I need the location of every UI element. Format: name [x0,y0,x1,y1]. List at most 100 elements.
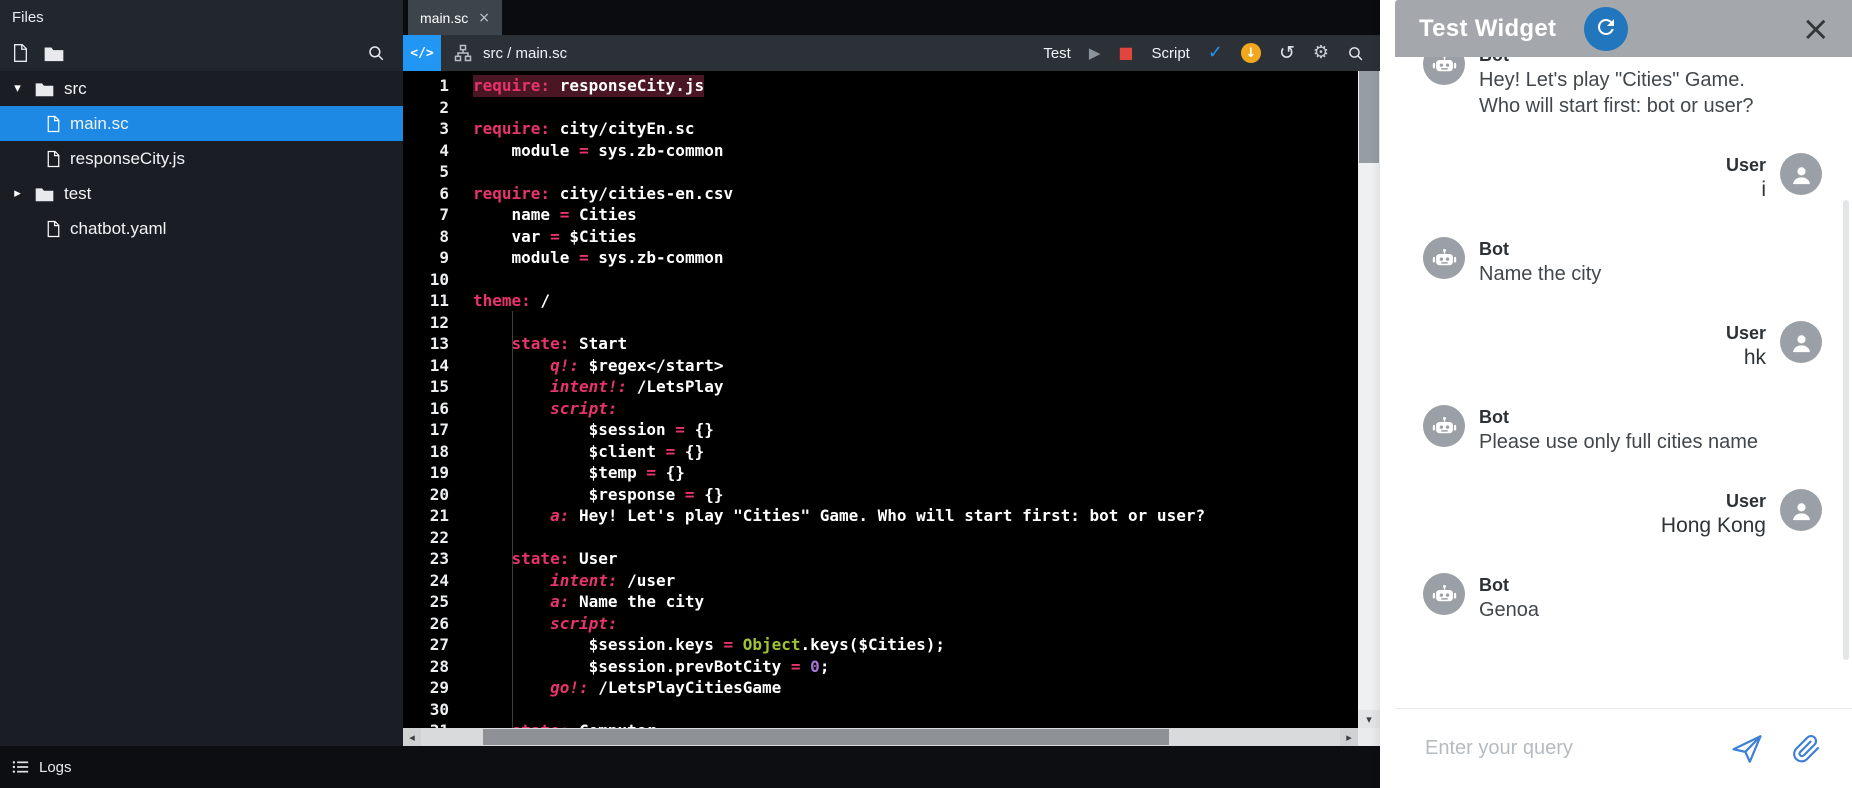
undo-icon[interactable]: ↺ [1279,43,1295,63]
code-line[interactable]: 25 a: Name the city [403,591,1358,613]
chat-message-bot: Bot Hey! Let's play "Cities" Game. Who w… [1423,57,1822,119]
editor-column: main.sc × </> src / main.sc Test ▶ ■ Scr… [403,0,1380,746]
code-line[interactable]: 20 $response = {} [403,484,1358,506]
message-content: User i [1726,153,1766,203]
scroll-right-arrow[interactable]: ▸ [1340,728,1358,746]
tree-item-responsecity-js[interactable]: responseCity.js [0,141,403,176]
toolbar-right-group: Test ▶ ■ Script ✓ ↓ ↺ ⚙ [1043,43,1380,63]
code-line[interactable]: 1 require: responseCity.js [403,75,1358,97]
chevron-icon[interactable]: ▸ [10,186,25,201]
code-line[interactable]: 27 $session.keys = Object.keys($Cities); [403,634,1358,656]
line-text: module = sys.zb-common [473,248,724,267]
line-number: 15 [429,377,449,396]
line-text: $session.prevBotCity = 0; [473,656,830,676]
breadcrumb[interactable]: src / main.sc [483,45,567,62]
line-number: 22 [429,527,449,547]
line-number: 27 [429,635,449,654]
editor-horizontal-scrollbar[interactable]: ◂ ▸ [403,728,1380,746]
line-text: script: [550,613,618,633]
code-line[interactable]: 28 $session.prevBotCity = 0; [403,656,1358,678]
tree-item-test[interactable]: ▸ test [0,176,403,211]
chat-message-bot: Bot Please use only full cities name [1423,405,1822,455]
refresh-icon [1594,15,1618,42]
code-line[interactable]: 26 script: [403,613,1358,635]
restart-test-button[interactable] [1584,6,1629,51]
code-line[interactable]: 19 $temp = {} [403,462,1358,484]
code-line[interactable]: 7 name = Cities [403,204,1358,226]
code-line[interactable]: 12 [403,312,1358,334]
message-author: Bot [1479,57,1759,67]
run-test-icon[interactable]: ▶ [1089,45,1101,61]
chat-scrollbar-thumb[interactable] [1843,200,1849,660]
code-line[interactable]: 21 a: Hey! Let's play "Cities" Game. Who… [403,505,1358,527]
code-line[interactable]: 18 $client = {} [403,441,1358,463]
code-line[interactable]: 4 module = sys.zb-common [403,140,1358,162]
send-message-button[interactable] [1730,732,1764,766]
scroll-left-arrow[interactable]: ◂ [403,728,421,746]
code-line[interactable]: 14 q!: $regex</start> [403,355,1358,377]
line-number: 7 [439,205,449,224]
code-line[interactable]: 24 intent: /user [403,570,1358,592]
code-line[interactable]: 17 $session = {} [403,419,1358,441]
message-content: Bot Hey! Let's play "Cities" Game. Who w… [1479,57,1759,119]
code-line[interactable]: 11 theme: / [403,290,1358,312]
message-text: Hey! Let's play "Cities" Game. Who will … [1479,69,1754,117]
horizontal-scrollbar-thumb[interactable] [483,729,1169,745]
code-line[interactable]: 6 require: city/cities-en.csv [403,183,1358,205]
deploy-arrow-icon: ↓ [1245,45,1257,61]
message-text: i [1761,178,1766,201]
tree-item-src[interactable]: ▾ src [0,71,403,106]
code-line[interactable]: 8 var = $Cities [403,226,1358,248]
line-number: 5 [439,162,449,181]
code-line[interactable]: 2 [403,97,1358,119]
code-line[interactable]: 29 go!: /LetsPlayCitiesGame [403,677,1358,699]
code-line[interactable]: 3 require: city/cityEn.sc [403,118,1358,140]
code-line[interactable]: 15 intent!: /LetsPlay [403,376,1358,398]
settings-gear-icon[interactable]: ⚙ [1313,44,1329,62]
editor-vertical-scrollbar[interactable]: ▾ [1358,71,1380,728]
logs-label: Logs [39,758,72,776]
logs-bar[interactable]: Logs [0,746,1380,788]
code-editor[interactable]: 1 require: responseCity.js 2 3 require: … [403,71,1380,728]
message-author: User [1725,155,1766,175]
line-text: module = sys.zb-common [473,140,724,160]
code-line[interactable]: 23 state: User [403,548,1358,570]
chevron-icon[interactable]: ▾ [10,81,25,96]
line-text: q!: $regex</start> [550,355,724,375]
line-number: 10 [429,269,449,289]
files-search-icon[interactable] [367,44,385,62]
scroll-down-arrow[interactable]: ▾ [1358,710,1380,728]
editor-search-icon[interactable] [1347,45,1364,62]
line-number: 3 [439,119,449,138]
visual-flow-icon[interactable] [453,43,473,63]
chat-input-field[interactable]: Enter your query [1425,737,1704,760]
code-line[interactable]: 16 script: [403,398,1358,420]
code-view-button[interactable]: </> [403,35,441,71]
line-number: 20 [429,484,449,504]
line-number: 14 [429,355,449,375]
message-author: Bot [1479,575,1509,595]
stop-test-icon[interactable]: ■ [1118,45,1133,61]
close-widget-button[interactable]: × [1802,12,1831,46]
code-line[interactable]: 31 state: Computer [403,720,1358,728]
tab-close-icon[interactable]: × [478,10,490,26]
tree-item-main-sc[interactable]: main.sc [0,106,403,141]
tab-main-sc[interactable]: main.sc × [408,0,502,35]
code-lines[interactable]: 1 require: responseCity.js 2 3 require: … [403,71,1358,728]
line-text: a: Name the city [550,592,705,611]
paperclip-icon [1793,734,1820,762]
code-line[interactable]: 5 [403,161,1358,183]
code-line[interactable]: 13 state: Start [403,333,1358,355]
code-line[interactable]: 30 [403,699,1358,721]
attach-file-button[interactable] [1790,733,1822,765]
deploy-button[interactable]: ↓ [1240,43,1261,63]
validate-script-icon[interactable]: ✓ [1208,44,1223,62]
vertical-scrollbar-thumb[interactable] [1359,71,1379,163]
code-line[interactable]: 22 [403,527,1358,549]
tree-item-chatbot-yaml[interactable]: chatbot.yaml [0,211,403,246]
message-text: Please use only full cities name [1479,431,1759,453]
new-folder-icon[interactable] [43,45,65,62]
new-file-icon[interactable] [12,43,29,63]
code-line[interactable]: 10 [403,269,1358,291]
code-line[interactable]: 9 module = sys.zb-common [403,247,1358,269]
